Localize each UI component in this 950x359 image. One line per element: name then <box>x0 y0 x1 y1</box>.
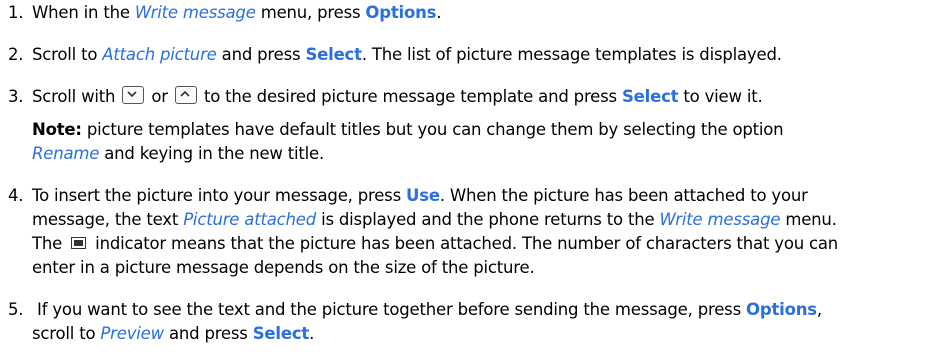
step-text: The <box>32 234 68 253</box>
step-text: indicator means that the picture has bee… <box>90 234 839 253</box>
step-5-line-2: scroll to Preview and press Select. <box>32 322 942 346</box>
step-1: 1. When in the Write message menu, press … <box>8 1 943 25</box>
softkey-name: Select <box>305 45 362 64</box>
step-number: 3. <box>8 87 24 106</box>
step-text: To insert the picture into your message,… <box>32 186 407 205</box>
note-label: Note: <box>32 120 82 139</box>
step-text: , <box>816 300 822 319</box>
step-text: to the desired picture message template … <box>198 87 622 106</box>
step-text: If you want to see the text and the pict… <box>32 300 747 319</box>
step-text: menu. <box>780 210 837 229</box>
display-text: Picture attached <box>183 210 317 229</box>
softkey-name: Select <box>621 87 679 106</box>
step-text: is displayed and the phone returns to th… <box>316 210 660 229</box>
scroll-up-key-icon <box>174 86 197 104</box>
step-5: 5. If you want to see the text and the p… <box>8 298 943 322</box>
step-text: and press <box>216 45 306 64</box>
instruction-document: 1. When in the Write message menu, press … <box>0 0 950 359</box>
note-line-2: Rename and keying in the new title. <box>32 142 942 166</box>
step-text: Scroll to <box>32 45 103 64</box>
step-4-line-4: enter in a picture message depends on th… <box>32 256 942 280</box>
menu-name: Write message <box>659 210 781 229</box>
step-number: 1. <box>8 3 24 22</box>
softkey-name: Options <box>746 300 817 319</box>
picture-attached-indicator-icon <box>71 237 87 249</box>
option-name: Preview <box>100 324 164 343</box>
note-text: and keying in the new title. <box>99 144 325 163</box>
step-4-line-2: message, the text Picture attached is di… <box>32 208 942 232</box>
step-number: 2. <box>8 45 24 64</box>
step-4-line-3: The indicator means that the picture has… <box>32 232 942 256</box>
step-text: message, the text <box>32 210 184 229</box>
step-text: enter in a picture message depends on th… <box>32 258 535 277</box>
step-text: . <box>309 324 315 343</box>
step-text: to view it. <box>678 87 763 106</box>
scroll-down-key-icon <box>122 86 145 104</box>
menu-name: Attach picture <box>102 45 217 64</box>
softkey-name: Use <box>406 186 440 205</box>
step-text: . <box>436 3 442 22</box>
step-text: menu, press <box>255 3 366 22</box>
note-line-1: Note: picture templates have default tit… <box>32 118 942 142</box>
softkey-name: Options <box>365 3 437 22</box>
step-4: 4. To insert the picture into your messag… <box>8 184 943 208</box>
step-text: Scroll with <box>32 87 121 106</box>
step-text: When in the <box>32 3 135 22</box>
step-text: scroll to <box>32 324 101 343</box>
step-3: 3. Scroll with or to the desired picture … <box>8 85 943 109</box>
step-2: 2. Scroll to Attach picture and press Sel… <box>8 43 943 67</box>
step-text: or <box>146 87 173 106</box>
step-number: 4. <box>8 186 24 205</box>
softkey-name: Select <box>252 324 310 343</box>
option-name: Rename <box>32 144 100 163</box>
step-text: . When the picture has been attached to … <box>439 186 808 205</box>
note-text: picture templates have default titles bu… <box>81 120 784 139</box>
menu-name: Write message <box>134 3 256 22</box>
step-text: and press <box>163 324 253 343</box>
step-number: 5. <box>8 300 24 319</box>
step-text: . The list of picture message templates … <box>361 45 782 64</box>
